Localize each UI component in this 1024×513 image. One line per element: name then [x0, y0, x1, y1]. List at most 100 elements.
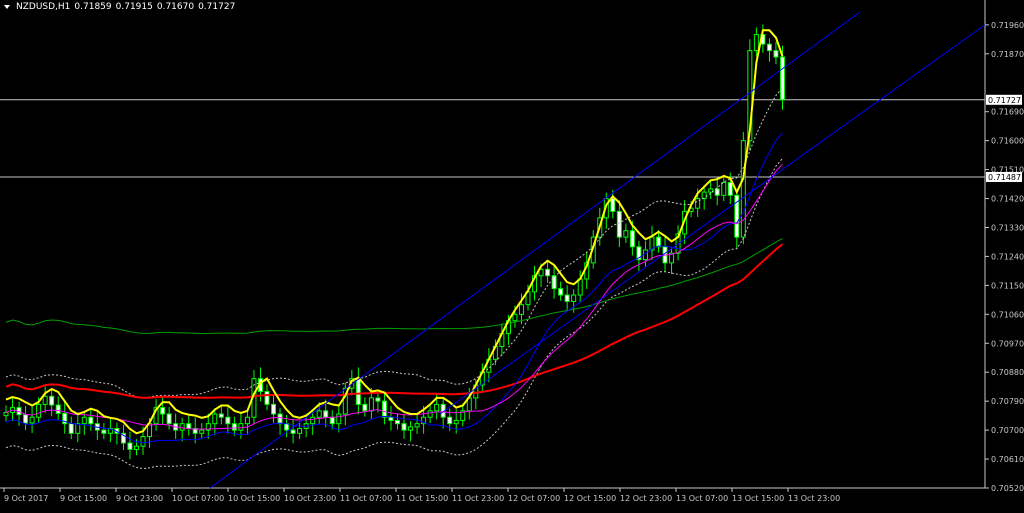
- candle-body: [166, 413, 172, 425]
- candle-body: [297, 428, 303, 434]
- price-line-label: 0.71727: [988, 96, 1021, 105]
- candle-body: [610, 198, 616, 212]
- candle-body: [656, 236, 661, 248]
- y-tick-label: 0.71150: [991, 281, 1024, 290]
- x-tick-label: 13 Oct 15:00: [732, 494, 784, 503]
- candle-body: [68, 423, 74, 434]
- x-tick-label: 13 Oct 07:00: [676, 494, 728, 503]
- candle-body: [401, 423, 407, 431]
- x-tick-label: 10 Oct 23:00: [284, 494, 336, 503]
- x-tick-label: 12 Oct 15:00: [564, 494, 616, 503]
- y-tick-label: 0.70520: [991, 484, 1024, 493]
- candle-body: [179, 423, 185, 431]
- candle-body: [414, 423, 420, 428]
- candle-body: [264, 391, 270, 405]
- candle-body: [336, 413, 342, 425]
- candle-body: [427, 410, 433, 418]
- x-tick-label: 11 Oct 15:00: [396, 494, 448, 503]
- candle-body: [551, 275, 557, 290]
- x-tick-label: 9 Oct 2017: [4, 494, 48, 503]
- x-tick-label: 11 Oct 23:00: [452, 494, 504, 503]
- y-tick-label: 0.71870: [991, 50, 1024, 59]
- candle-body: [714, 188, 720, 196]
- candle-body: [231, 423, 237, 431]
- y-tick-label: 0.71240: [991, 252, 1024, 261]
- candle-body: [395, 419, 400, 425]
- candle-body: [545, 268, 551, 277]
- x-tick-label: 9 Oct 23:00: [116, 494, 163, 503]
- candle-body: [355, 378, 361, 405]
- y-tick-label: 0.71420: [991, 195, 1024, 204]
- candle-body: [753, 34, 759, 52]
- candle-body: [23, 414, 29, 424]
- high-value: 0.71915: [115, 2, 153, 12]
- y-tick-label: 0.71600: [991, 137, 1024, 146]
- y-tick-label: 0.70610: [991, 455, 1024, 464]
- candle-body: [701, 191, 707, 200]
- candle-body: [42, 395, 48, 405]
- y-tick-label: 0.71690: [991, 108, 1024, 117]
- x-tick-label: 13 Oct 23:00: [788, 494, 840, 503]
- x-tick-label: 12 Oct 23:00: [620, 494, 672, 503]
- candle-body: [616, 210, 622, 238]
- candle-body: [766, 43, 772, 52]
- candle-body: [362, 403, 368, 412]
- x-tick-label: 10 Oct 15:00: [228, 494, 280, 503]
- candle-body: [564, 294, 570, 302]
- candle-body: [408, 426, 414, 431]
- candle-body: [55, 404, 61, 414]
- candle-body: [571, 294, 577, 302]
- candle-body: [629, 230, 635, 248]
- candle-body: [127, 442, 133, 450]
- candle-body: [512, 313, 518, 322]
- candle-body: [316, 410, 322, 418]
- ma-fast-line: [5, 29, 784, 435]
- open-value: 0.71859: [74, 2, 112, 12]
- candle-body: [740, 140, 746, 238]
- candle-body: [375, 397, 381, 402]
- candle-body: [75, 423, 81, 434]
- symbol-label: NZDUSD,H1: [16, 2, 71, 12]
- candle-body: [434, 403, 440, 412]
- candle-body: [225, 416, 231, 425]
- y-tick-label: 0.70880: [991, 368, 1024, 377]
- candle-body: [623, 230, 629, 238]
- x-tick-label: 11 Oct 07:00: [340, 494, 392, 503]
- candle-body: [36, 403, 42, 418]
- y-tick-label: 0.71330: [991, 223, 1024, 232]
- candle-body: [310, 416, 316, 425]
- candle-body: [81, 416, 87, 425]
- candle-body: [199, 429, 205, 434]
- dropdown-triangle-icon[interactable]: [4, 5, 10, 9]
- candle-body: [134, 445, 139, 450]
- candle-body: [388, 416, 394, 421]
- low-value: 0.71670: [156, 2, 195, 12]
- candle-body: [29, 416, 35, 424]
- candle-body: [88, 416, 94, 425]
- candle-body: [290, 429, 296, 434]
- y-tick-label: 0.70970: [991, 339, 1024, 348]
- candle-body: [238, 423, 244, 431]
- candle-body: [277, 413, 283, 425]
- candle-body: [160, 407, 166, 415]
- candle-body: [101, 429, 107, 434]
- candle-body: [271, 403, 277, 415]
- chart: NZDUSD,H1 0.71859 0.71915 0.71670 0.7172…: [0, 0, 1024, 509]
- x-tick-label: 12 Oct 07:00: [508, 494, 560, 503]
- candle-body: [323, 410, 329, 418]
- candle-body: [186, 423, 192, 430]
- channel-lower-line: [439, 24, 986, 415]
- x-tick-label: 10 Oct 07:00: [172, 494, 224, 503]
- candle-body: [368, 397, 374, 412]
- close-value: 0.71727: [198, 2, 236, 12]
- ma-blue-line: [5, 132, 783, 444]
- candle-body: [447, 416, 453, 425]
- candle-body: [212, 413, 218, 425]
- y-tick-label: 0.71060: [991, 310, 1024, 319]
- candle-body: [518, 304, 524, 315]
- candle-body: [3, 411, 9, 417]
- candle-body: [773, 50, 779, 58]
- upper-band: [5, 87, 783, 399]
- y-tick-label: 0.71960: [991, 21, 1024, 30]
- candle-body: [49, 395, 55, 406]
